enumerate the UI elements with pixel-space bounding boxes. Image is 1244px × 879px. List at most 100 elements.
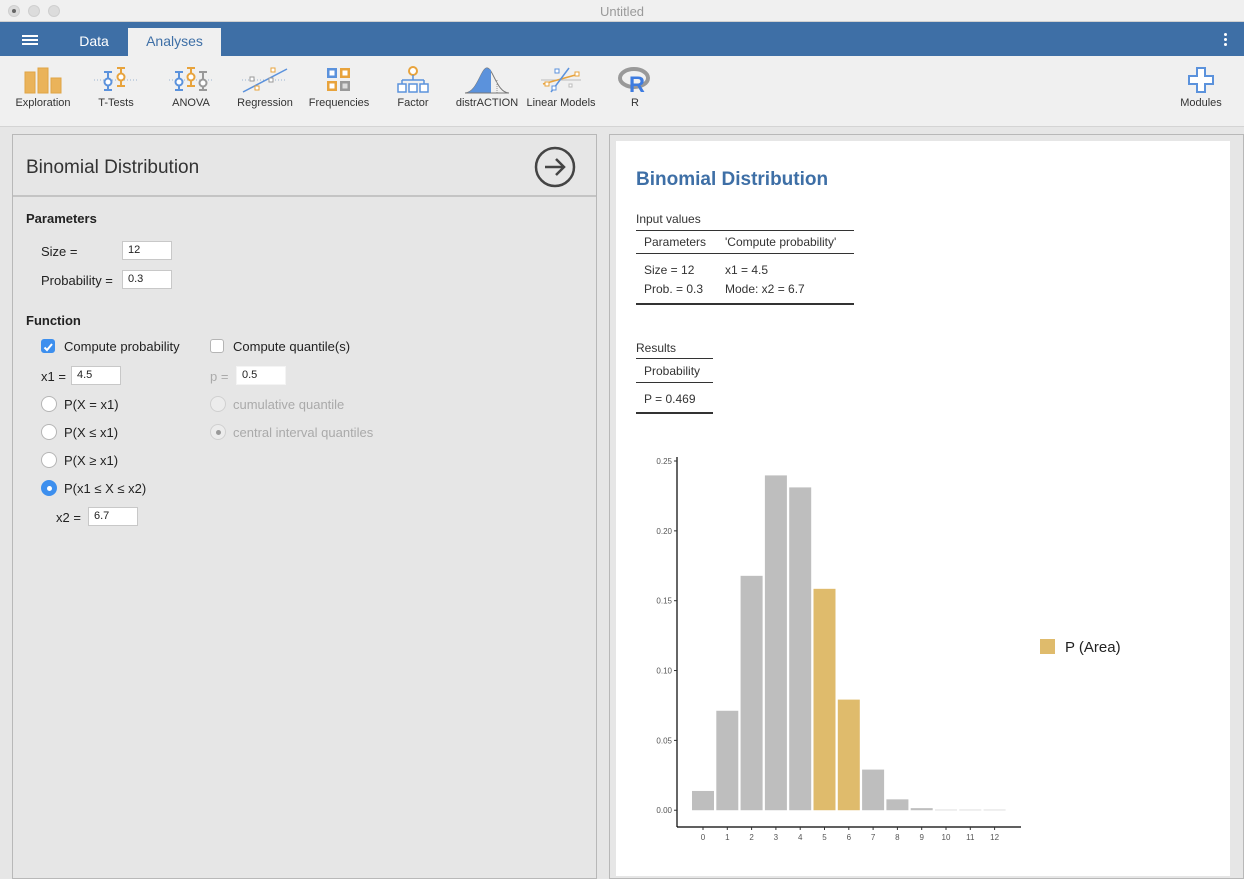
- y-tick-label: 0.20: [656, 527, 672, 536]
- x1-input[interactable]: 4.5: [71, 366, 121, 385]
- bar-10: [935, 809, 957, 811]
- bar-5: [813, 588, 836, 811]
- compute-quantiles-checkbox[interactable]: [210, 339, 224, 353]
- frequencies-icon: [327, 68, 350, 91]
- bar-7: [862, 769, 885, 811]
- results-panel: Binomial Distribution Input values Param…: [609, 134, 1244, 879]
- distribution-icon: [464, 67, 510, 94]
- ribbon-exploration-button[interactable]: Exploration: [12, 66, 74, 109]
- x1-label: x1 =: [41, 369, 66, 384]
- go-arrow-icon[interactable]: [534, 146, 576, 188]
- bar-1: [716, 710, 739, 811]
- ribbon-label: Modules: [1180, 97, 1222, 109]
- exploration-icon: [24, 67, 62, 94]
- results-output: Binomial Distribution Input values Param…: [616, 141, 1230, 876]
- y-tick-label: 0.00: [656, 806, 672, 815]
- p-label: p =: [210, 369, 229, 384]
- ribbon-label: T-Tests: [98, 97, 134, 109]
- probability-label: Probability =: [41, 273, 113, 288]
- t-tests-icon: [94, 67, 138, 91]
- tab-analyses[interactable]: Analyses: [128, 28, 221, 56]
- ribbon-label: Frequencies: [308, 97, 370, 109]
- ribbon-anova-button[interactable]: ANOVA: [164, 66, 218, 109]
- checkmark-icon: [43, 343, 53, 352]
- hamburger-menu-icon[interactable]: [22, 35, 38, 45]
- main-tab-bar: Data Analyses: [0, 22, 1244, 56]
- compute-quantiles-label[interactable]: Compute quantile(s): [233, 339, 350, 354]
- bar-9: [910, 808, 933, 811]
- ribbon-modules-button[interactable]: Modules: [1174, 66, 1228, 109]
- bar-4: [789, 487, 812, 811]
- ribbon-label: ANOVA: [172, 97, 210, 109]
- x-tick-label: 6: [847, 833, 852, 842]
- more-options-icon[interactable]: [1224, 33, 1228, 48]
- ribbon-label: Linear Models: [526, 97, 596, 109]
- x2-input[interactable]: 6.7: [88, 507, 138, 526]
- prob-less-equal-label[interactable]: P(X ≤ x1): [64, 425, 118, 440]
- x-tick-label: 8: [895, 833, 900, 842]
- size-input[interactable]: 12: [122, 241, 172, 260]
- svg-text:R: R: [629, 72, 645, 94]
- parameters-heading: Parameters: [26, 211, 97, 226]
- cumulative-quantile-label[interactable]: cumulative quantile: [233, 397, 344, 412]
- ribbon-factor-button[interactable]: Factor: [388, 66, 438, 109]
- y-tick-label: 0.05: [656, 736, 672, 745]
- compute-probability-label[interactable]: Compute probability: [64, 339, 180, 354]
- legend-label: P (Area): [1065, 639, 1121, 656]
- bar-6: [837, 699, 860, 811]
- x-tick-label: 3: [774, 833, 779, 842]
- factor-icon: [397, 66, 429, 93]
- y-tick-label: 0.10: [656, 667, 672, 676]
- ribbon-t-tests-button[interactable]: T-Tests: [88, 66, 144, 109]
- bar-0: [692, 790, 714, 811]
- bar-11: [959, 809, 982, 811]
- probability-input[interactable]: 0.3: [122, 270, 172, 289]
- ribbon-distraction-button[interactable]: distrACTION: [454, 66, 520, 109]
- size-label: Size =: [41, 244, 78, 259]
- options-panel: Binomial Distribution Parameters Size = …: [12, 134, 597, 879]
- prob-interval-label[interactable]: P(x1 ≤ X ≤ x2): [64, 481, 146, 496]
- radio-prob-equal[interactable]: [41, 396, 57, 412]
- x-tick-label: 12: [990, 833, 999, 842]
- linear-models-icon: [541, 67, 581, 93]
- y-tick-label: 0.25: [656, 457, 672, 466]
- legend-swatch: [1040, 639, 1055, 654]
- radio-prob-less-equal[interactable]: [41, 424, 57, 440]
- ribbon-label: Regression: [237, 97, 293, 109]
- bar-3: [764, 475, 787, 811]
- function-heading: Function: [26, 313, 81, 328]
- ribbon-label: Factor: [397, 97, 429, 109]
- central-interval-quantiles-label[interactable]: central interval quantiles: [233, 425, 373, 440]
- binomial-bar-chart: 0.000.050.100.150.200.250 1 2 3 4 5 6 7 8 9 10 11 12…: [656, 457, 1121, 842]
- window-titlebar: Untitled: [0, 0, 1244, 22]
- p-input[interactable]: 0.5: [236, 366, 286, 385]
- radio-prob-greater-equal[interactable]: [41, 452, 57, 468]
- prob-greater-equal-label[interactable]: P(X ≥ x1): [64, 453, 118, 468]
- window-title: Untitled: [599, 4, 645, 19]
- analysis-ribbon: Exploration T-Tests ANOVA Regression Fre…: [0, 56, 1244, 127]
- regression-icon: [242, 67, 288, 93]
- ribbon-label: Exploration: [15, 97, 71, 109]
- ribbon-linear-models-button[interactable]: Linear Models: [524, 66, 598, 109]
- bar-2: [740, 575, 763, 811]
- compute-probability-checkbox[interactable]: [41, 339, 55, 353]
- bar-8: [886, 799, 909, 811]
- options-header: Binomial Distribution: [13, 135, 596, 197]
- x-tick-label: 5: [822, 833, 827, 842]
- ribbon-r-button[interactable]: R R: [615, 66, 655, 109]
- anova-icon: [169, 67, 213, 91]
- radio-cumulative-quantile[interactable]: [210, 396, 226, 412]
- ribbon-label: R: [631, 97, 639, 109]
- radio-prob-interval[interactable]: [41, 480, 57, 496]
- tab-data[interactable]: Data: [64, 28, 124, 56]
- x-tick-label: 4: [798, 833, 803, 842]
- x-tick-label: 7: [871, 833, 876, 842]
- plus-icon: [1188, 67, 1214, 93]
- x2-label: x2 =: [56, 510, 81, 525]
- x-tick-label: 11: [966, 833, 975, 842]
- y-tick-label: 0.15: [656, 597, 672, 606]
- prob-equal-label[interactable]: P(X = x1): [64, 397, 119, 412]
- ribbon-frequencies-button[interactable]: Frequencies: [306, 66, 372, 109]
- radio-central-interval-quantiles[interactable]: [210, 424, 226, 440]
- ribbon-regression-button[interactable]: Regression: [234, 66, 296, 109]
